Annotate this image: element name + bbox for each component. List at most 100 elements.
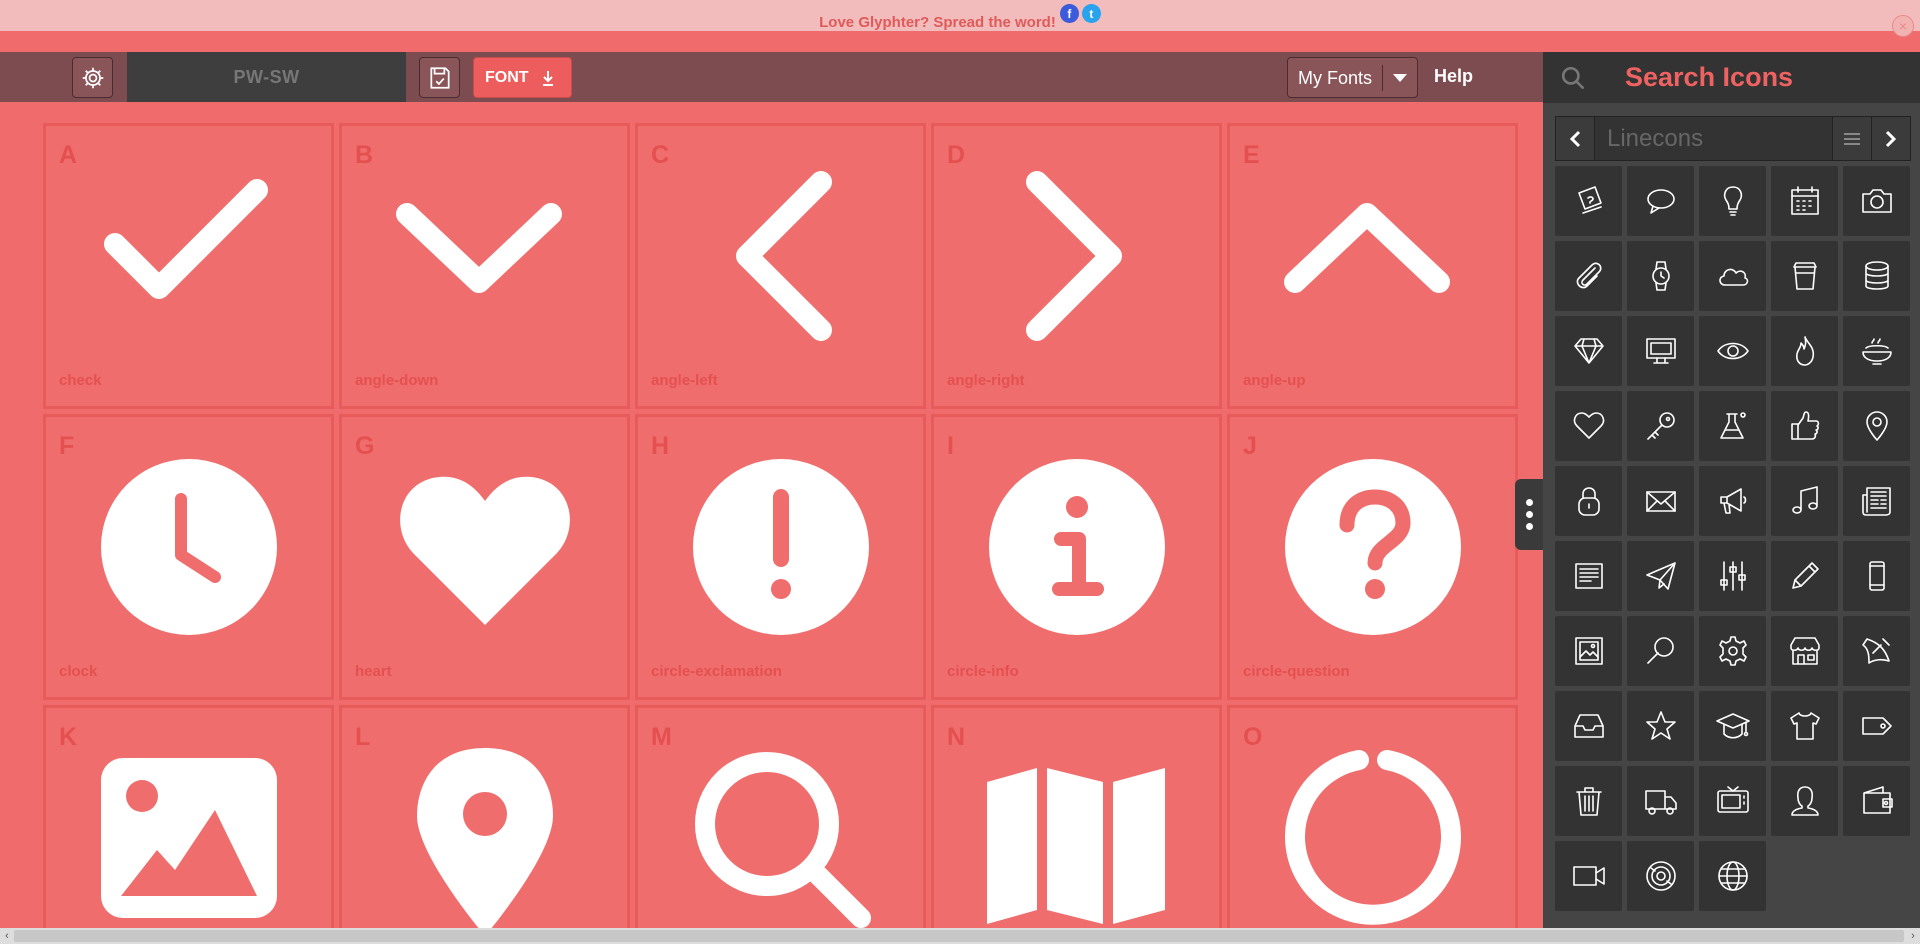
glyph-cell[interactable]: I circle-info: [931, 414, 1222, 700]
angle-up-icon: [1283, 203, 1450, 293]
heart-outline-icon[interactable]: [1555, 391, 1622, 461]
magnifier-icon[interactable]: [1627, 616, 1694, 686]
glyph-cell[interactable]: C angle-left: [635, 123, 926, 409]
desktop-icon[interactable]: [1627, 316, 1694, 386]
search-icons-title[interactable]: Search Icons: [1625, 62, 1793, 93]
heart-icon: [399, 476, 570, 625]
mail-icon[interactable]: [1627, 466, 1694, 536]
params-icon[interactable]: [1699, 541, 1766, 611]
font-name-field[interactable]: PW-SW: [127, 52, 406, 102]
close-icon[interactable]: ×: [1892, 15, 1914, 37]
glyph-cell[interactable]: B angle-down: [339, 123, 630, 409]
news-icon[interactable]: [1843, 466, 1910, 536]
bulb-icon[interactable]: [1699, 166, 1766, 236]
fire-icon[interactable]: [1771, 316, 1838, 386]
glyph-cell[interactable]: F clock: [43, 414, 334, 700]
glyph-letter: F: [59, 432, 75, 460]
watch-icon[interactable]: [1627, 241, 1694, 311]
glyph-letter: N: [947, 723, 966, 751]
glyph-cell[interactable]: J circle-question: [1227, 414, 1518, 700]
my-fonts-dropdown[interactable]: My Fonts: [1287, 57, 1418, 98]
search-icon[interactable]: [1543, 65, 1603, 91]
settings-button[interactable]: [72, 57, 113, 98]
phone-icon[interactable]: [1843, 541, 1910, 611]
note-icon[interactable]: [1555, 541, 1622, 611]
icon-set-name[interactable]: Linecons: [1595, 117, 1832, 160]
food-icon[interactable]: [1843, 316, 1910, 386]
cloud-icon[interactable]: [1699, 241, 1766, 311]
wallet-icon[interactable]: [1843, 766, 1910, 836]
glyph-cell[interactable]: E angle-up: [1227, 123, 1518, 409]
download-icon: [542, 70, 553, 86]
location-icon[interactable]: [1843, 391, 1910, 461]
calendar-icon[interactable]: [1771, 166, 1838, 236]
key-icon[interactable]: [1627, 391, 1694, 461]
user-icon[interactable]: [1771, 766, 1838, 836]
star-icon[interactable]: [1627, 691, 1694, 761]
pencil-icon[interactable]: [1771, 541, 1838, 611]
lab-icon[interactable]: [1699, 391, 1766, 461]
glyph-cell[interactable]: K: [43, 705, 334, 929]
glyph-cell[interactable]: L: [339, 705, 630, 929]
glyph-cell[interactable]: O: [1227, 705, 1518, 929]
diamond-icon[interactable]: [1555, 316, 1622, 386]
vynil-icon[interactable]: [1627, 841, 1694, 911]
icon-set-list-button[interactable]: [1832, 117, 1871, 160]
glyph-name: circle-exclamation: [651, 663, 782, 680]
truck-icon[interactable]: [1627, 766, 1694, 836]
glyph-name: angle-left: [651, 372, 718, 389]
glyph-cell[interactable]: A check: [43, 123, 334, 409]
panel-toggle-handle[interactable]: [1515, 479, 1543, 550]
comment-icon[interactable]: [1627, 166, 1694, 236]
eye-icon[interactable]: [1699, 316, 1766, 386]
scroll-left-icon[interactable]: ‹: [0, 928, 14, 944]
horizontal-scrollbar[interactable]: ‹ ›: [0, 928, 1920, 944]
lock-icon[interactable]: [1555, 466, 1622, 536]
chevron-down-icon[interactable]: [1383, 73, 1417, 83]
circle-question-icon: [1284, 459, 1461, 635]
like-icon[interactable]: [1771, 391, 1838, 461]
world-icon[interactable]: [1699, 841, 1766, 911]
music-icon[interactable]: [1771, 466, 1838, 536]
glyph-cell[interactable]: G heart: [339, 414, 630, 700]
help-link[interactable]: Help: [1434, 66, 1473, 87]
glyph-cell[interactable]: H circle-exclamation: [635, 414, 926, 700]
twitter-icon[interactable]: t: [1081, 4, 1101, 23]
prev-set-button[interactable]: [1556, 117, 1595, 160]
glyph-cell[interactable]: N: [931, 705, 1222, 929]
shop-icon[interactable]: [1771, 616, 1838, 686]
save-icon: [429, 66, 450, 89]
cup-icon[interactable]: [1771, 241, 1838, 311]
facebook-icon[interactable]: f: [1059, 4, 1079, 23]
icon-library-grid: [1555, 166, 1910, 911]
tv-icon[interactable]: [1699, 766, 1766, 836]
angle-left-icon: [735, 171, 832, 341]
trash-icon[interactable]: [1555, 766, 1622, 836]
database-icon[interactable]: [1843, 241, 1910, 311]
video-icon[interactable]: [1555, 841, 1622, 911]
settings-icon[interactable]: [1699, 616, 1766, 686]
chevron-left-icon: [1569, 130, 1581, 147]
ticket-icon[interactable]: [1555, 166, 1622, 236]
camera-icon[interactable]: [1843, 166, 1910, 236]
photo-icon[interactable]: [1555, 616, 1622, 686]
scroll-right-icon[interactable]: ›: [1906, 928, 1920, 944]
paperclip-icon[interactable]: [1555, 241, 1622, 311]
next-set-button[interactable]: [1871, 117, 1910, 160]
scrollbar-thumb[interactable]: [14, 930, 1904, 942]
stack-icon[interactable]: [1555, 691, 1622, 761]
glyph-cell[interactable]: M: [635, 705, 926, 929]
tshirt-icon[interactable]: [1771, 691, 1838, 761]
study-icon[interactable]: [1699, 691, 1766, 761]
download-font-button[interactable]: FONT: [473, 57, 572, 98]
tag-icon[interactable]: [1843, 691, 1910, 761]
check-icon: [103, 179, 268, 299]
glyph-cell[interactable]: D angle-right: [931, 123, 1222, 409]
sound-icon[interactable]: [1843, 616, 1910, 686]
glyph-letter: M: [651, 723, 672, 751]
megaphone-icon[interactable]: [1699, 466, 1766, 536]
save-button[interactable]: [419, 57, 460, 98]
glyph-name: angle-down: [355, 372, 439, 389]
circle-info-icon: [988, 459, 1165, 635]
paperplane-icon[interactable]: [1627, 541, 1694, 611]
